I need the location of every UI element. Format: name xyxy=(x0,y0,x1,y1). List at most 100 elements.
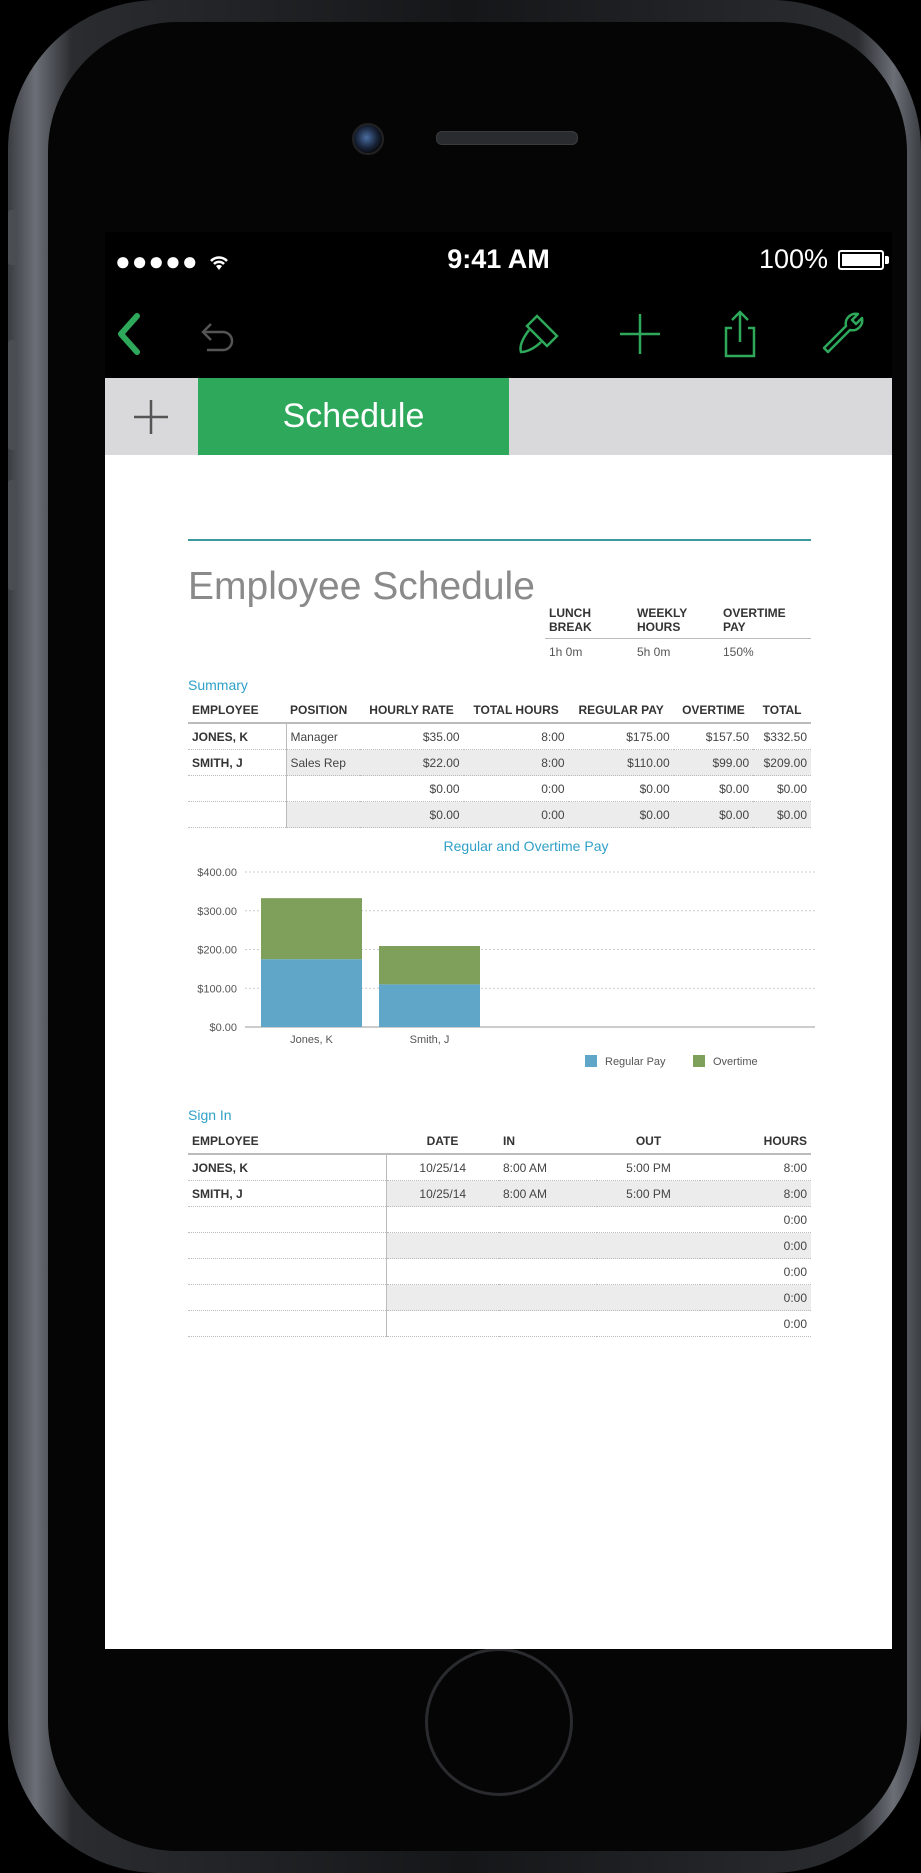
paintbrush-icon[interactable] xyxy=(507,302,571,366)
param-value[interactable]: 1h 0m xyxy=(549,645,582,659)
table-cell[interactable]: 0:00 xyxy=(463,775,569,802)
table-cell[interactable] xyxy=(499,1258,597,1285)
table-cell[interactable] xyxy=(499,1310,597,1337)
table-cell[interactable]: 8:00 xyxy=(700,1180,811,1207)
table-cell[interactable]: $99.00 xyxy=(673,749,754,776)
table-cell[interactable] xyxy=(188,801,286,828)
plus-icon[interactable] xyxy=(608,302,672,366)
table-cell[interactable]: $0.00 xyxy=(359,775,464,802)
table-cell[interactable]: SMITH, J xyxy=(188,1180,386,1207)
table-cell[interactable]: $35.00 xyxy=(359,723,464,750)
table-cell[interactable]: 0:00 xyxy=(700,1206,811,1233)
table-cell[interactable] xyxy=(499,1206,597,1233)
table-cell[interactable] xyxy=(385,1310,499,1337)
table-cell[interactable]: $0.00 xyxy=(673,801,754,828)
summary-table[interactable]: EMPLOYEE POSITION HOURLY RATE TOTAL HOUR… xyxy=(188,697,811,828)
table-row[interactable]: 0:00 xyxy=(188,1258,811,1285)
table-cell[interactable]: $0.00 xyxy=(753,775,811,802)
param-value[interactable]: 150% xyxy=(723,645,754,659)
table-cell[interactable]: $175.00 xyxy=(568,723,674,750)
table-cell[interactable] xyxy=(285,801,360,828)
table-cell[interactable]: JONES, K xyxy=(188,723,286,750)
x-tick-label: Jones, K xyxy=(290,1034,333,1046)
table-cell[interactable]: 10/25/14 xyxy=(385,1180,499,1207)
table-cell[interactable] xyxy=(499,1232,597,1259)
document-canvas: Employee Schedule LUNCH BREAK WEEKLY HOU… xyxy=(105,455,892,1649)
chart-title: Regular and Overtime Pay xyxy=(443,838,609,854)
undo-icon[interactable] xyxy=(183,302,247,366)
table-row[interactable]: SMITH, J 10/25/14 8:00 AM 5:00 PM 8:00 xyxy=(188,1180,811,1207)
table-cell[interactable]: $22.00 xyxy=(359,749,464,776)
table-cell[interactable]: $209.00 xyxy=(753,749,811,776)
wrench-icon[interactable] xyxy=(810,302,874,366)
table-cell[interactable] xyxy=(385,1232,499,1259)
add-sheet-icon[interactable] xyxy=(105,378,197,455)
table-row[interactable]: 0:00 xyxy=(188,1232,811,1259)
table-cell[interactable] xyxy=(597,1284,700,1311)
table-cell[interactable]: Sales Rep xyxy=(285,749,360,776)
col-header: TOTAL HOURS xyxy=(463,697,569,724)
table-cell[interactable]: $0.00 xyxy=(359,801,464,828)
col-header: OUT xyxy=(597,1128,700,1155)
table-row[interactable]: $0.00 0:00 $0.00 $0.00 $0.00 xyxy=(188,775,811,802)
table-cell[interactable] xyxy=(499,1284,597,1311)
table-row[interactable]: 0:00 xyxy=(188,1284,811,1311)
table-cell[interactable]: $110.00 xyxy=(568,749,674,776)
table-cell[interactable]: SMITH, J xyxy=(188,749,286,776)
battery-icon xyxy=(838,250,884,270)
tab-schedule[interactable]: Schedule xyxy=(198,378,509,455)
table-cell[interactable]: 8:00 AM xyxy=(499,1180,597,1207)
table-cell[interactable]: 0:00 xyxy=(700,1232,811,1259)
table-cell[interactable] xyxy=(188,1206,386,1233)
table-cell[interactable]: $0.00 xyxy=(568,775,674,802)
table-cell[interactable]: 5:00 PM xyxy=(597,1154,700,1181)
table-cell[interactable] xyxy=(188,1232,386,1259)
chart-bar xyxy=(261,959,362,1027)
table-cell[interactable] xyxy=(597,1310,700,1337)
table-cell[interactable]: $0.00 xyxy=(568,801,674,828)
table-cell[interactable] xyxy=(188,1310,386,1337)
table-cell[interactable]: $157.50 xyxy=(673,723,754,750)
back-chevron-icon[interactable] xyxy=(105,302,169,366)
table-cell[interactable]: 0:00 xyxy=(700,1310,811,1337)
table-cell[interactable]: 8:00 xyxy=(463,749,569,776)
table-cell[interactable]: 0:00 xyxy=(463,801,569,828)
title-rule xyxy=(188,539,811,541)
table-row[interactable]: 0:00 xyxy=(188,1206,811,1233)
table-row[interactable]: SMITH, J Sales Rep $22.00 8:00 $110.00 $99.00… xyxy=(188,749,811,776)
table-cell[interactable]: JONES, K xyxy=(188,1154,386,1181)
share-icon[interactable] xyxy=(708,302,772,366)
table-cell[interactable]: 0:00 xyxy=(700,1258,811,1285)
bar-chart[interactable]: $0.00 $100.00 $200.00 $300.00 $400.00 Jones, … xyxy=(165,860,825,1085)
home-button[interactable] xyxy=(425,1648,573,1796)
table-cell[interactable]: 0:00 xyxy=(700,1284,811,1311)
table-cell[interactable] xyxy=(188,1284,386,1311)
table-cell[interactable] xyxy=(597,1232,700,1259)
table-cell[interactable] xyxy=(385,1258,499,1285)
table-row[interactable]: 0:00 xyxy=(188,1310,811,1337)
table-cell[interactable]: 5:00 PM xyxy=(597,1180,700,1207)
table-cell[interactable]: $332.50 xyxy=(753,723,811,750)
table-cell[interactable]: $0.00 xyxy=(753,801,811,828)
table-cell[interactable]: $0.00 xyxy=(673,775,754,802)
table-cell[interactable]: 8:00 AM xyxy=(499,1154,597,1181)
table-cell[interactable]: 8:00 xyxy=(463,723,569,750)
table-cell[interactable] xyxy=(285,775,360,802)
table-cell[interactable] xyxy=(188,1258,386,1285)
signin-table[interactable]: EMPLOYEE DATE IN OUT HOURS JONES, K 10/25… xyxy=(188,1128,811,1337)
table-cell[interactable] xyxy=(188,775,286,802)
table-cell[interactable] xyxy=(597,1206,700,1233)
table-row[interactable]: JONES, K 10/25/14 8:00 AM 5:00 PM 8:00 xyxy=(188,1154,811,1181)
table-cell[interactable]: 10/25/14 xyxy=(385,1154,499,1181)
table-cell[interactable]: Manager xyxy=(285,723,360,750)
table-cell[interactable] xyxy=(385,1206,499,1233)
table-row[interactable]: JONES, K Manager $35.00 8:00 $175.00 $157.50 $… xyxy=(188,723,811,750)
volume-up-button xyxy=(8,340,18,450)
earpiece-speaker xyxy=(436,131,578,145)
table-cell[interactable]: 8:00 xyxy=(700,1154,811,1181)
table-row[interactable]: $0.00 0:00 $0.00 $0.00 $0.00 xyxy=(188,801,811,828)
table-cell[interactable] xyxy=(597,1258,700,1285)
status-bar: ●●●●● 9:41 AM 100% xyxy=(105,232,892,290)
table-cell[interactable] xyxy=(385,1284,499,1311)
param-value[interactable]: 5h 0m xyxy=(637,645,670,659)
